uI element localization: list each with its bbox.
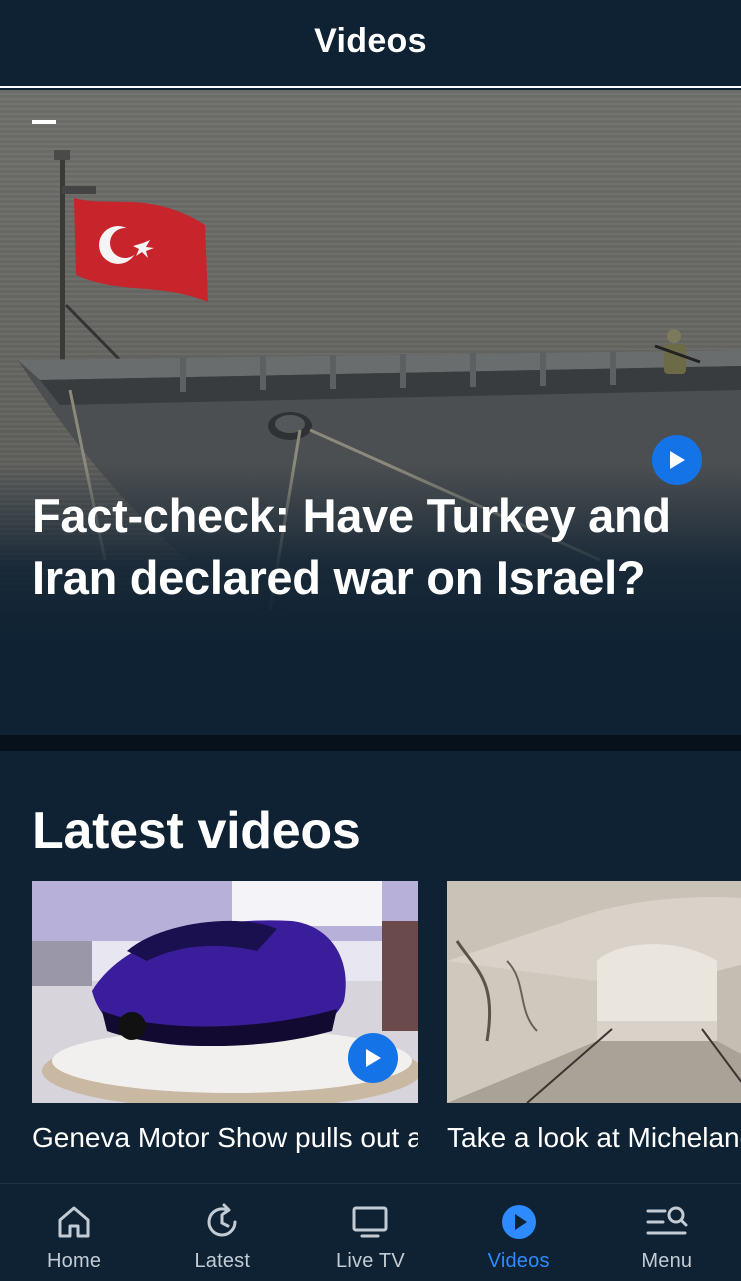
tab-label: Videos [487,1250,550,1272]
video-thumbnail[interactable] [447,881,741,1103]
video-thumbnail[interactable] [32,881,418,1103]
tab-label: Live TV [336,1250,405,1272]
tab-videos[interactable]: Videos [445,1184,593,1281]
tunnel-thumbnail-image [447,881,741,1103]
bottom-tab-bar: Home Latest Live TV Videos Menu [0,1183,741,1280]
tab-live-tv[interactable]: Live TV [296,1184,444,1281]
hero-gradient-overlay [0,90,741,735]
hero-headline[interactable]: Fact-check: Have Turkey and Iran declare… [32,485,712,609]
tab-label: Latest [194,1250,251,1272]
menu-search-icon [645,1202,689,1242]
tab-menu[interactable]: Menu [593,1184,741,1281]
home-icon [54,1202,94,1242]
video-caption[interactable]: Take a look at Michelangelo's possi [447,1121,741,1181]
clock-refresh-icon [202,1202,242,1242]
carousel-indicator [32,120,56,124]
play-circle-icon [499,1202,539,1242]
video-caption[interactable]: Geneva Motor Show pulls out all the stop… [32,1121,418,1181]
video-card[interactable]: Geneva Motor Show pulls out all the stop… [32,881,418,1181]
hero-video-card[interactable]: Fact-check: Have Turkey and Iran declare… [0,90,741,735]
section-title: Latest videos [32,802,361,860]
latest-videos-section: Latest videos Geneva Motor Show pulls ou… [0,751,741,1183]
tab-label: Menu [641,1250,693,1272]
page-title: Videos [314,21,427,60]
tab-latest[interactable]: Latest [148,1184,296,1281]
play-icon [670,451,685,469]
video-card[interactable]: Take a look at Michelangelo's possi [447,881,741,1181]
video-play-button[interactable] [348,1033,398,1083]
hero-play-button[interactable] [652,435,702,485]
play-icon [366,1049,381,1067]
section-divider [0,735,741,751]
tab-home[interactable]: Home [0,1184,148,1281]
tv-icon [350,1202,390,1242]
top-app-bar: Videos [0,0,741,88]
tab-label: Home [47,1250,102,1272]
